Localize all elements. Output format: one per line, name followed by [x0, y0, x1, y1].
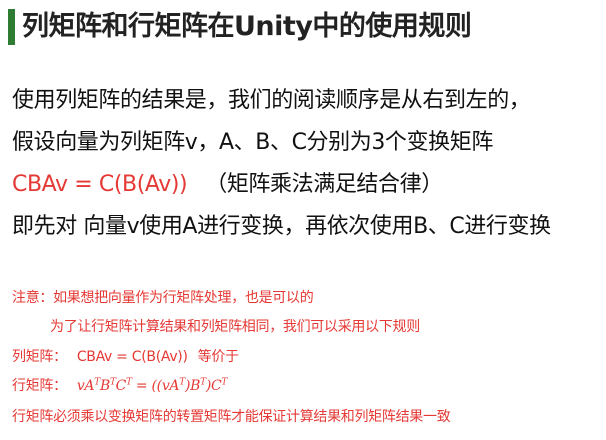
associativity-note: （矩阵乘法满足结合律）: [205, 172, 443, 197]
column-matrix-label: 列矩阵：: [12, 349, 67, 365]
body-line-4: 即先对 向量v使用A进行变换，再依次使用B、C进行变换: [12, 214, 551, 239]
note-line-4: 行矩阵： vATBTCT = ((vAT)BT)CT: [12, 376, 227, 396]
body-line-2: 假设向量为列矩阵v，A、B、C分别为3个变换矩阵: [12, 130, 493, 155]
note-line-5: 行矩阵必须乘以变换矩阵的转置矩阵才能保证计算结果和列矩阵结果一致: [12, 409, 451, 425]
note-line-2: 为了让行矩阵计算结果和列矩阵相同，我们可以采用以下规则: [50, 319, 420, 335]
column-matrix-note-formula: CBAv = C(B(Av)): [76, 349, 188, 365]
body-line-1: 使用列矩阵的结果是，我们的阅读顺序是从右到左的，: [12, 88, 531, 113]
column-matrix-formula: CBAv = C(B(Av)): [12, 172, 188, 197]
note-line-1: 注意：如果想把向量作为行矩阵处理，也是可以的: [12, 290, 314, 306]
page-title: 列矩阵和行矩阵在Unity中的使用规则: [22, 11, 472, 42]
equivalent-label: 等价于: [197, 349, 239, 365]
title-accent-bar: [8, 9, 15, 45]
note-line-3: 列矩阵： CBAv = C(B(Av)) 等价于: [12, 347, 239, 367]
row-matrix-label: 行矩阵：: [12, 378, 67, 394]
body-line-3: CBAv = C(B(Av)) （矩阵乘法满足结合律）: [12, 170, 443, 200]
row-matrix-formula: vATBTCT = ((vAT)BT)CT: [76, 377, 228, 394]
